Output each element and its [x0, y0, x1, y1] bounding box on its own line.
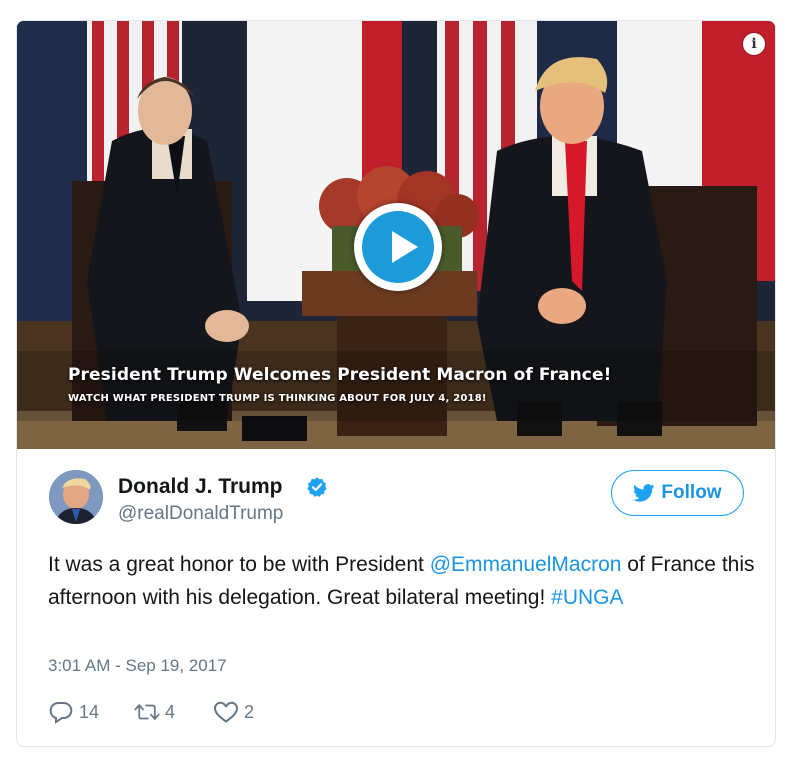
- avatar-image: [49, 470, 103, 524]
- author-name[interactable]: Donald J. Trump: [118, 475, 283, 499]
- video-thumbnail[interactable]: i President Trump Welcomes President Mac…: [17, 21, 775, 449]
- retweet-count: 4: [165, 701, 176, 722]
- retweet-icon: [134, 704, 160, 720]
- reply-button[interactable]: 14: [48, 699, 99, 725]
- tweet-text-part-1: It was a great honor to be with Presiden…: [48, 553, 430, 576]
- verified-badge-icon: [307, 477, 327, 497]
- follow-label: Follow: [661, 482, 722, 503]
- reply-count: 14: [79, 701, 100, 722]
- tweet-timestamp[interactable]: 3:01 AM - Sep 19, 2017: [48, 656, 227, 676]
- twitter-bird-icon: [633, 484, 655, 502]
- embedded-tweet-card: i President Trump Welcomes President Mac…: [16, 20, 776, 747]
- like-button[interactable]: 2: [213, 699, 254, 725]
- like-count: 2: [244, 701, 255, 722]
- retweet-button[interactable]: 4: [134, 699, 175, 725]
- hashtag-link[interactable]: #UNGA: [551, 586, 623, 609]
- tweet-text: It was a great honor to be with Presiden…: [48, 548, 758, 614]
- play-button[interactable]: [354, 203, 442, 291]
- video-caption-subtitle: WATCH WHAT PRESIDENT TRUMP IS THINKING A…: [68, 393, 487, 404]
- video-caption-title: President Trump Welcomes President Macro…: [68, 365, 612, 385]
- reply-icon: [49, 702, 73, 724]
- play-icon: [392, 231, 418, 263]
- follow-button[interactable]: Follow: [611, 470, 744, 516]
- play-button-circle: [362, 211, 434, 283]
- avatar[interactable]: [49, 470, 103, 524]
- author-handle[interactable]: @realDonaldTrump: [118, 503, 283, 525]
- mention-link[interactable]: @EmmanuelMacron: [430, 553, 622, 576]
- heart-icon: [214, 701, 238, 723]
- info-icon[interactable]: i: [743, 33, 765, 55]
